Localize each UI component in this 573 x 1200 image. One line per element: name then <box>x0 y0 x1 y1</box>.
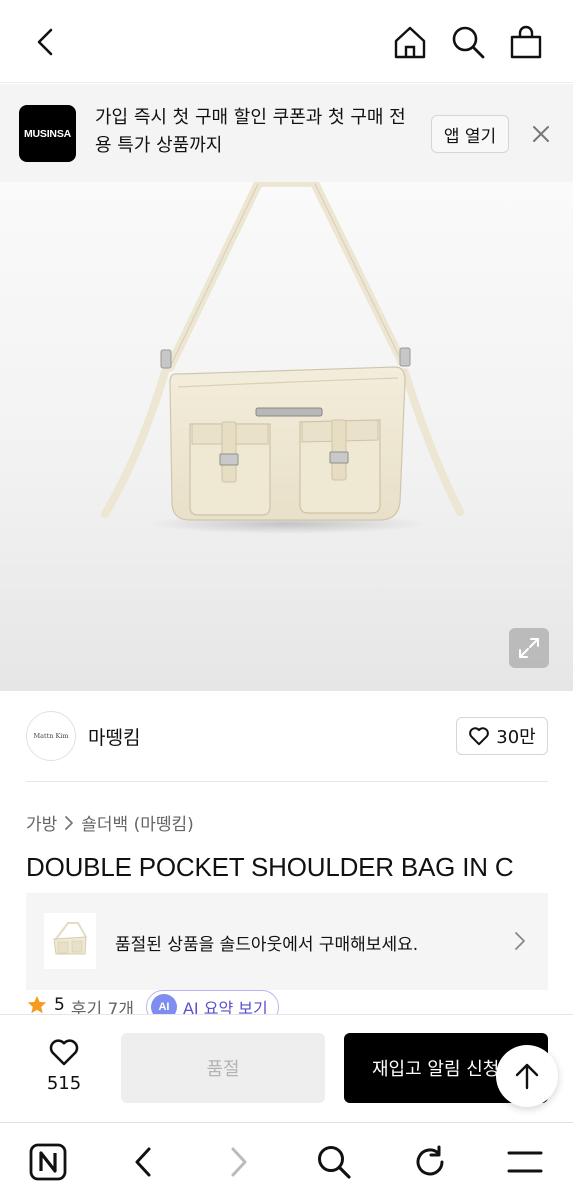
heart-icon <box>469 727 490 746</box>
rating-row: 5 후기 7개 AI AI 요약 보기 <box>26 990 573 1016</box>
product-title: DOUBLE POCKET SHOULDER BAG IN C <box>26 852 514 882</box>
soldout-product-thumbnail <box>44 913 96 969</box>
chevron-right-icon <box>515 932 525 950</box>
star-icon <box>27 995 47 1014</box>
breadcrumb-category[interactable]: 가방 <box>26 810 57 835</box>
chevron-right-icon <box>65 815 74 830</box>
browser-nav-bar <box>0 1122 573 1200</box>
scroll-to-top-button[interactable] <box>496 1045 558 1107</box>
naver-home-icon[interactable] <box>26 1140 70 1184</box>
banner-message: 가입 즉시 첫 구매 할인 쿠폰과 첫 구매 전용 특가 상품까지 <box>95 107 406 156</box>
ai-summary-button[interactable]: AI AI 요약 보기 <box>145 990 279 1016</box>
shopping-bag-icon[interactable] <box>504 20 548 64</box>
nav-forward-icon[interactable] <box>217 1140 261 1184</box>
nav-search-icon[interactable] <box>312 1140 356 1184</box>
brand-avatar[interactable]: Mattn Kim <box>26 711 76 761</box>
brand-like-count: 30만 <box>496 727 536 748</box>
brand-row[interactable]: Mattn Kim 마뗑킴 30만 <box>0 691 573 781</box>
close-icon[interactable] <box>526 119 556 149</box>
wishlist-count: 515 <box>46 1073 82 1094</box>
ai-summary-label: AI 요약 보기 <box>182 999 268 1016</box>
nav-back-icon[interactable] <box>121 1140 165 1184</box>
arrow-up-icon <box>515 1063 539 1090</box>
brand-name[interactable]: 마뗑킴 <box>88 723 140 750</box>
menu-icon[interactable] <box>503 1140 547 1184</box>
musinsa-logo: MUSINSA <box>19 105 76 162</box>
search-icon[interactable] <box>446 20 490 64</box>
breadcrumb-subcategory[interactable]: 숄더백 (마뗑킴) <box>81 810 194 835</box>
divider <box>26 781 548 782</box>
heart-icon <box>49 1039 79 1066</box>
home-icon[interactable] <box>388 20 432 64</box>
breadcrumb: 가방 숄더백 (마뗑킴) <box>26 810 194 835</box>
app-install-banner: MUSINSA 가입 즉시 첫 구매 할인 쿠폰과 첫 구매 전용 특가 상품까… <box>0 84 573 182</box>
expand-image-button[interactable] <box>509 628 549 668</box>
soldout-promo-banner[interactable]: 품절된 상품을 솔드아웃에서 구매해보세요. <box>26 893 548 990</box>
ai-badge-icon: AI <box>150 994 177 1016</box>
wishlist-button[interactable]: 515 <box>34 1037 94 1094</box>
open-app-button[interactable]: 앱 열기 <box>431 115 509 153</box>
back-icon[interactable] <box>24 22 66 62</box>
soldout-button: 품절 <box>121 1033 325 1103</box>
expand-icon <box>519 638 539 658</box>
rating-score: 5 <box>54 995 65 1015</box>
shoulder-bag-illustration <box>101 182 464 534</box>
refresh-icon[interactable] <box>408 1140 452 1184</box>
product-image[interactable] <box>0 182 573 691</box>
brand-like-button[interactable]: 30만 <box>456 717 548 755</box>
purchase-action-bar: 515 품절 재입고 알림 신청 <box>0 1014 573 1122</box>
top-app-bar <box>0 0 573 83</box>
review-count-link[interactable]: 후기 7개 <box>71 995 134 1016</box>
soldout-promo-text: 품절된 상품을 솔드아웃에서 구매해보세요. <box>115 935 419 955</box>
